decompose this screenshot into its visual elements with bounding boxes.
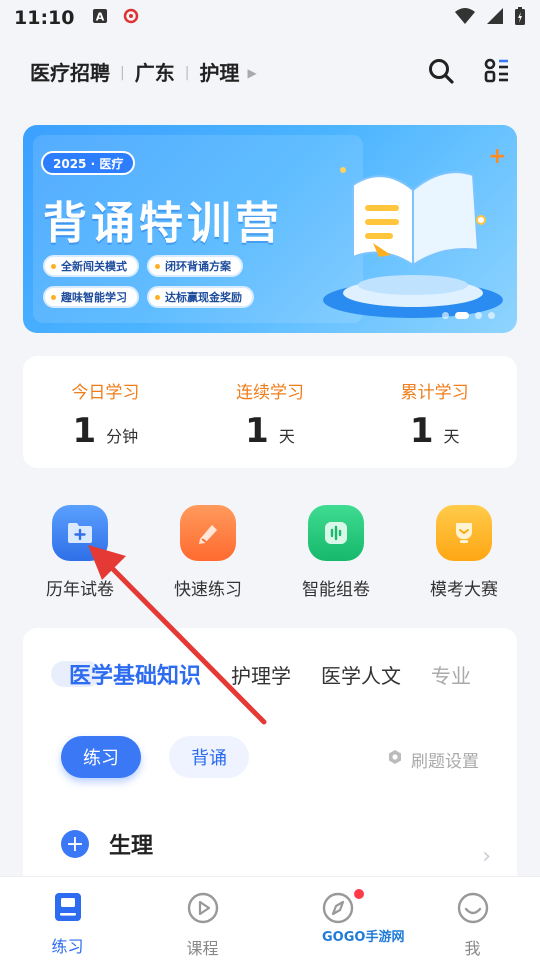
tab-medical-humanities[interactable]: 医学人文 — [321, 660, 401, 689]
bottom-tab-bar: 练习 课程 我 — [0, 876, 540, 960]
banner-badge: 2025 · 医疗 — [41, 151, 136, 175]
carousel-dot — [475, 312, 482, 319]
play-circle-icon — [186, 892, 220, 929]
expand-plus-icon[interactable]: + — [61, 830, 89, 858]
carousel-dot — [455, 312, 469, 319]
quick-label: 快速练习 — [174, 580, 242, 600]
chapter-row[interactable]: + 生理 › — [61, 828, 491, 869]
pencil-icon — [180, 505, 236, 561]
trophy-icon — [436, 505, 492, 561]
header: 医疗招聘 | 广东 | 护理 ▶ — [0, 40, 540, 102]
stat-streak: 连续学习 1天 — [188, 356, 353, 468]
carousel-dot — [488, 312, 495, 319]
banner-tag: 趣味智能学习 — [43, 286, 139, 308]
stat-label: 今日学习 — [71, 383, 140, 403]
hexagon-gear-icon — [387, 749, 403, 770]
breadcrumb-region[interactable]: 广东 — [135, 57, 175, 86]
banner-title: 背诵特训营 — [43, 198, 283, 249]
quick-fast-practice[interactable]: 快速练习 — [144, 505, 272, 605]
svg-text:+: + — [488, 145, 506, 169]
stat-value: 1 — [72, 411, 97, 451]
quick-label: 智能组卷 — [302, 580, 370, 600]
search-icon[interactable] — [428, 58, 454, 84]
notification-dot — [353, 889, 364, 899]
chapter-name: 生理 — [109, 834, 154, 859]
tab-professional[interactable]: 专业 — [431, 660, 471, 689]
stat-unit: 天 — [278, 427, 295, 446]
tabbar-label: 我 — [464, 939, 481, 958]
stat-label: 连续学习 — [236, 383, 304, 403]
stat-value: 1 — [409, 411, 434, 451]
book-icon — [52, 893, 84, 927]
notification-a-icon: A — [92, 8, 108, 28]
quick-mock-contest[interactable]: 模考大赛 — [400, 505, 528, 605]
promo-banner[interactable]: 2025 · 医疗 背诵特训营 全新闯关模式 闭环背诵方案 趣味智能学习 达标赢… — [23, 125, 517, 333]
status-bar: 11:10 A — [0, 0, 540, 36]
settings-label: 刷题设置 — [411, 752, 479, 772]
tabbar-courses[interactable]: 课程 — [135, 877, 270, 960]
mode-switch: 练习 背诵 — [61, 736, 249, 778]
battery-icon — [514, 6, 526, 31]
banner-tag: 达标赢现金奖励 — [147, 286, 254, 308]
carousel-dots — [442, 312, 495, 319]
tabbar-label: 练习 — [51, 937, 84, 956]
status-time: 11:10 — [14, 7, 75, 29]
stat-total: 累计学习 1天 — [352, 356, 517, 468]
stat-label: 累计学习 — [400, 383, 469, 403]
tabbar-me[interactable]: 我 — [405, 877, 540, 960]
tabbar-label: 课程 — [186, 939, 219, 958]
quiz-settings-button[interactable]: 刷题设置 — [387, 747, 479, 772]
divider: | — [184, 65, 190, 81]
caret-right-icon[interactable]: ▶ — [247, 66, 256, 80]
banner-tag: 全新闯关模式 — [43, 255, 139, 277]
tabbar-practice[interactable]: 练习 — [0, 877, 135, 960]
stat-unit: 分钟 — [106, 427, 139, 446]
folder-plus-icon — [52, 505, 108, 561]
breadcrumb-subject[interactable]: 护理 — [199, 57, 239, 86]
tab-medical-basics[interactable]: 医学基础知识 — [69, 658, 201, 690]
breadcrumb-exam[interactable]: 医疗招聘 — [30, 57, 110, 86]
recite-mode-button[interactable]: 背诵 — [169, 736, 249, 778]
quick-label: 模考大赛 — [430, 580, 498, 600]
notification-app-icon — [122, 7, 140, 29]
wifi-icon — [454, 7, 476, 30]
quick-actions: 历年试卷 快速练习 智能组卷 模考大赛 — [0, 505, 540, 605]
quick-smart-paper[interactable]: 智能组卷 — [272, 505, 400, 605]
practice-mode-button[interactable]: 练习 — [61, 736, 141, 778]
stat-unit: 天 — [443, 427, 460, 446]
voice-chart-icon — [308, 505, 364, 561]
quick-label: 历年试卷 — [46, 580, 114, 600]
quick-past-papers[interactable]: 历年试卷 — [16, 505, 144, 605]
watermark-logo: GOGO手游网 — [318, 926, 409, 945]
stat-value: 1 — [245, 411, 269, 451]
open-book-illustration: + — [323, 145, 506, 318]
subject-tabs: 医学基础知识 护理学 医学人文 专业 — [23, 658, 517, 690]
smile-circle-icon — [456, 892, 490, 929]
study-stats-card: 今日学习 1 分钟 连续学习 1天 累计学习 1天 — [23, 356, 517, 468]
menu-grid-icon[interactable] — [484, 58, 510, 84]
divider: | — [120, 65, 125, 81]
carousel-dot — [442, 312, 449, 319]
signal-icon — [486, 7, 504, 30]
practice-card: 医学基础知识 护理学 医学人文 专业 练习 背诵 刷题设置 + 生理 › — [23, 628, 517, 888]
tab-nursing[interactable]: 护理学 — [231, 660, 291, 689]
chevron-right-icon: › — [482, 844, 491, 869]
banner-tag: 闭环背诵方案 — [147, 255, 243, 277]
stat-today: 今日学习 1 分钟 — [23, 356, 188, 468]
svg-text:A: A — [96, 11, 105, 24]
tabbar-discover[interactable] — [270, 877, 405, 960]
